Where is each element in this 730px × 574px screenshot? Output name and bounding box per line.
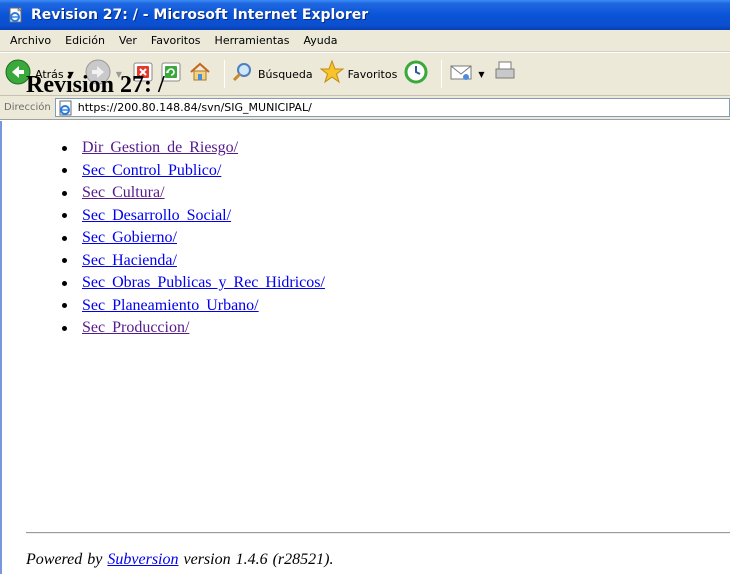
list-item: Sec Planeamiento Urbano/	[62, 295, 325, 318]
mail-dropdown-icon[interactable]: ▼	[478, 70, 484, 79]
dir-link[interactable]: Dir Gestion de Riesgo/	[82, 139, 238, 157]
subversion-link[interactable]: Subversion	[107, 551, 178, 568]
dir-link[interactable]: Sec Hacienda/	[82, 252, 177, 270]
dir-link[interactable]: Sec Gobierno/	[82, 229, 177, 247]
list-item: Sec Cultura/	[62, 182, 325, 205]
dir-link[interactable]: Sec Produccion/	[82, 319, 189, 337]
list-item: Sec Gobierno/	[62, 227, 325, 250]
home-button[interactable]	[188, 60, 212, 88]
address-bar: Dirección https://200.80.148.84/svn/SIG_…	[0, 96, 730, 120]
page-title: Revision 27: /	[26, 72, 165, 98]
dir-link[interactable]: Sec Obras Publicas y Rec Hidricos/	[82, 274, 325, 292]
footer-prefix: Powered by	[26, 551, 103, 568]
ie-page-icon	[7, 6, 25, 24]
menu-archivo[interactable]: Archivo	[3, 34, 58, 47]
menu-herramientas[interactable]: Herramientas	[208, 34, 297, 47]
directory-list: Dir Gestion de Riesgo/ Sec Control Publi…	[62, 137, 325, 340]
menu-bar: Archivo Edición Ver Favoritos Herramient…	[0, 30, 730, 52]
dir-link[interactable]: Sec Control Publico/	[82, 162, 221, 180]
list-item: Sec Desarrollo Social/	[62, 205, 325, 228]
star-icon	[319, 59, 345, 89]
search-label: Búsqueda	[257, 67, 313, 81]
bullet	[62, 213, 67, 219]
bullet	[62, 190, 67, 196]
bullet	[62, 303, 67, 309]
search-icon	[231, 60, 255, 88]
horizontal-rule	[26, 532, 730, 534]
menu-edicion[interactable]: Edición	[58, 34, 112, 47]
menu-ver[interactable]: Ver	[112, 34, 144, 47]
home-icon	[188, 60, 212, 88]
printer-icon	[494, 59, 516, 89]
window-title: Revision 27: / - Microsoft Internet Expl…	[31, 7, 369, 23]
footer: Powered by Subversion version 1.4.6 (r28…	[26, 551, 333, 569]
history-button[interactable]	[403, 59, 429, 89]
title-bar[interactable]: Revision 27: / - Microsoft Internet Expl…	[0, 0, 730, 30]
bullet	[62, 168, 67, 174]
favorites-label: Favoritos	[347, 67, 398, 81]
menu-ayuda[interactable]: Ayuda	[296, 34, 344, 47]
print-button[interactable]	[494, 59, 516, 89]
mail-icon	[448, 59, 474, 89]
search-button[interactable]: Búsqueda	[231, 60, 313, 88]
bullet	[62, 145, 67, 151]
list-item: Sec Produccion/	[62, 317, 325, 340]
dir-link[interactable]: Sec Desarrollo Social/	[82, 207, 231, 225]
address-url: https://200.80.148.84/svn/SIG_MUNICIPAL/	[77, 101, 312, 114]
address-input[interactable]: https://200.80.148.84/svn/SIG_MUNICIPAL/	[54, 98, 730, 117]
list-item: Sec Obras Publicas y Rec Hidricos/	[62, 272, 325, 295]
bullet	[62, 235, 67, 241]
ie-page-icon	[58, 100, 74, 116]
footer-suffix: version 1.4.6 (r28521).	[183, 551, 334, 568]
list-item: Sec Control Publico/	[62, 160, 325, 183]
list-item: Dir Gestion de Riesgo/	[62, 137, 325, 160]
address-label: Dirección	[4, 102, 51, 113]
bullet	[62, 258, 67, 264]
favorites-button[interactable]: Favoritos	[319, 59, 398, 89]
bullet	[62, 280, 67, 286]
bullet	[62, 325, 67, 331]
dir-link[interactable]: Sec Planeamiento Urbano/	[82, 297, 259, 315]
menu-favoritos[interactable]: Favoritos	[144, 34, 208, 47]
dir-link[interactable]: Sec Cultura/	[82, 184, 165, 202]
history-icon	[403, 59, 429, 89]
toolbar-separator	[223, 60, 225, 88]
mail-button[interactable]: ▼	[448, 59, 488, 89]
toolbar-separator	[441, 60, 443, 88]
list-item: Sec Hacienda/	[62, 250, 325, 273]
